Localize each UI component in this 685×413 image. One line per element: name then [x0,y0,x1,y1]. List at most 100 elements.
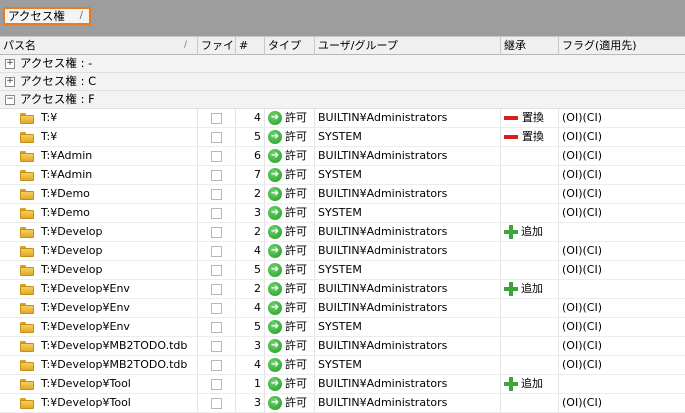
file-checkbox[interactable] [211,226,222,238]
file-checkbox[interactable] [211,283,222,295]
table-row[interactable]: T:¥Develop¥Env 4 ➜ 許可 BUILTIN¥Administrators… [0,299,685,318]
table-row[interactable]: T:¥Admin 7 ➜ 許可 SYSTEM (OI)(CI) [0,166,685,185]
type-cell: ➜ 許可 [265,128,315,146]
inherit-cell: 追加 [501,280,559,298]
file-checkbox[interactable] [211,264,222,276]
table-row[interactable]: T:¥Develop 5 ➜ 許可 SYSTEM (OI)(CI) [0,261,685,280]
file-checkbox[interactable] [211,359,222,371]
table-row[interactable]: T:¥Develop 4 ➜ 許可 BUILTIN¥Administrators (OI)… [0,242,685,261]
flags-cell: (OI)(CI) [562,320,602,333]
flags-cell [559,280,685,298]
path-cell: T:¥ [0,128,198,146]
path-text: T:¥ [41,111,58,124]
file-cell [198,318,236,336]
path-text: T:¥Develop [41,225,103,238]
column-header-inherit[interactable]: 継承 [501,37,559,55]
file-checkbox[interactable] [211,397,222,409]
replace-minus-icon [504,116,518,120]
column-header-type[interactable]: タイプ [265,37,315,55]
collapse-icon[interactable]: − [5,94,15,105]
file-checkbox[interactable] [211,321,222,333]
allow-arrow-icon: ➜ [268,282,282,296]
table-row[interactable]: T:¥ 4 ➜ 許可 BUILTIN¥Administrators 置換 (OI)(CI) [0,109,685,128]
table-row[interactable]: T:¥Develop¥Env 5 ➜ 許可 SYSTEM (OI)(CI) [0,318,685,337]
folder-icon [20,150,34,162]
type-cell: ➜ 許可 [265,318,315,336]
add-plus-icon [504,282,518,296]
type-text: 許可 [285,263,307,276]
file-checkbox[interactable] [211,340,222,352]
file-checkbox[interactable] [211,150,222,162]
file-checkbox[interactable] [211,131,222,143]
file-checkbox[interactable] [211,207,222,219]
ace-number: 1 [236,375,265,393]
path-cell: T:¥Demo [0,204,198,222]
file-checkbox[interactable] [211,112,222,124]
table-row[interactable]: T:¥Develop¥Env 2 ➜ 許可 BUILTIN¥Administrators… [0,280,685,299]
folder-icon [20,264,34,276]
expand-icon[interactable]: + [5,58,15,69]
flags-cell: (OI)(CI) [562,130,602,143]
path-cell: T:¥Develop¥Env [0,280,198,298]
group-by-access-tag[interactable]: アクセス権 / [3,7,91,25]
ace-number: 5 [236,261,265,279]
ace-number: 3 [236,204,265,222]
user-group-cell: BUILTIN¥Administrators [315,223,501,241]
column-header-flags[interactable]: フラグ(適用先) [559,37,685,55]
file-checkbox[interactable] [211,169,222,181]
path-text: T:¥Demo [41,187,90,200]
table-row[interactable]: T:¥Develop 2 ➜ 許可 BUILTIN¥Administrators 追加 [0,223,685,242]
path-text: T:¥Develop¥MB2TODO.tdb [41,358,188,371]
column-header-user-group[interactable]: ユーザ/グループ [315,37,501,55]
path-text: T:¥Admin [41,149,93,162]
table-row[interactable]: T:¥Develop¥Tool 1 ➜ 許可 BUILTIN¥Administrator… [0,375,685,394]
type-text: 許可 [285,187,307,200]
group-row[interactable]: + アクセス権 : - [0,55,685,73]
folder-icon [20,131,34,143]
group-row[interactable]: − アクセス権 : F [0,91,685,109]
table-row[interactable]: T:¥Admin 6 ➜ 許可 BUILTIN¥Administrators (OI)(C… [0,147,685,166]
table-row[interactable]: T:¥ 5 ➜ 許可 SYSTEM 置換 (OI)(CI) [0,128,685,147]
table-row[interactable]: T:¥Demo 3 ➜ 許可 SYSTEM (OI)(CI) [0,204,685,223]
ace-number: 5 [236,128,265,146]
type-cell: ➜ 許可 [265,185,315,203]
type-cell: ➜ 許可 [265,242,315,260]
table-row[interactable]: T:¥Demo 2 ➜ 許可 BUILTIN¥Administrators (OI)(CI… [0,185,685,204]
flags-cell: (OI)(CI) [562,244,602,257]
column-header-path-label: パス名 [3,39,36,52]
type-text: 許可 [285,149,307,162]
user-group-cell: BUILTIN¥Administrators [315,185,501,203]
folder-icon [20,302,34,314]
type-cell: ➜ 許可 [265,261,315,279]
column-header-path[interactable]: パス名 / [0,37,198,55]
inherit-cell [501,318,559,336]
flags-cell: (OI)(CI) [562,187,602,200]
allow-arrow-icon: ➜ [268,168,282,182]
group-by-panel: アクセス権 / [0,0,685,36]
table-row[interactable]: T:¥Develop¥MB2TODO.tdb 4 ➜ 許可 SYSTEM (OI)(CI) [0,356,685,375]
inherit-cell [501,204,559,222]
column-header-row: パス名 / ファイル # タイプ ユーザ/グループ 継承 フラグ(適用先) [0,36,685,55]
file-checkbox[interactable] [211,302,222,314]
file-checkbox[interactable] [211,245,222,257]
inherit-cell: 追加 [501,375,559,393]
path-cell: T:¥Develop¥Env [0,299,198,317]
type-text: 許可 [285,168,307,181]
path-text: T:¥Admin [41,168,93,181]
file-cell [198,356,236,374]
file-checkbox[interactable] [211,188,222,200]
group-row[interactable]: + アクセス権 : C [0,73,685,91]
allow-arrow-icon: ➜ [268,225,282,239]
ace-number: 2 [236,223,265,241]
column-header-file[interactable]: ファイル [198,37,236,55]
file-checkbox[interactable] [211,378,222,390]
table-row[interactable]: T:¥Develop¥MB2TODO.tdb 3 ➜ 許可 BUILTIN¥Admini… [0,337,685,356]
file-cell [198,166,236,184]
path-text: T:¥Develop [41,263,103,276]
inherit-cell: 置換 [501,109,559,127]
table-row[interactable]: T:¥Develop¥Tool 3 ➜ 許可 BUILTIN¥Administrator… [0,394,685,413]
file-cell [198,394,236,412]
column-header-number[interactable]: # [236,37,265,55]
expand-icon[interactable]: + [5,76,15,87]
flags-cell [559,223,685,241]
